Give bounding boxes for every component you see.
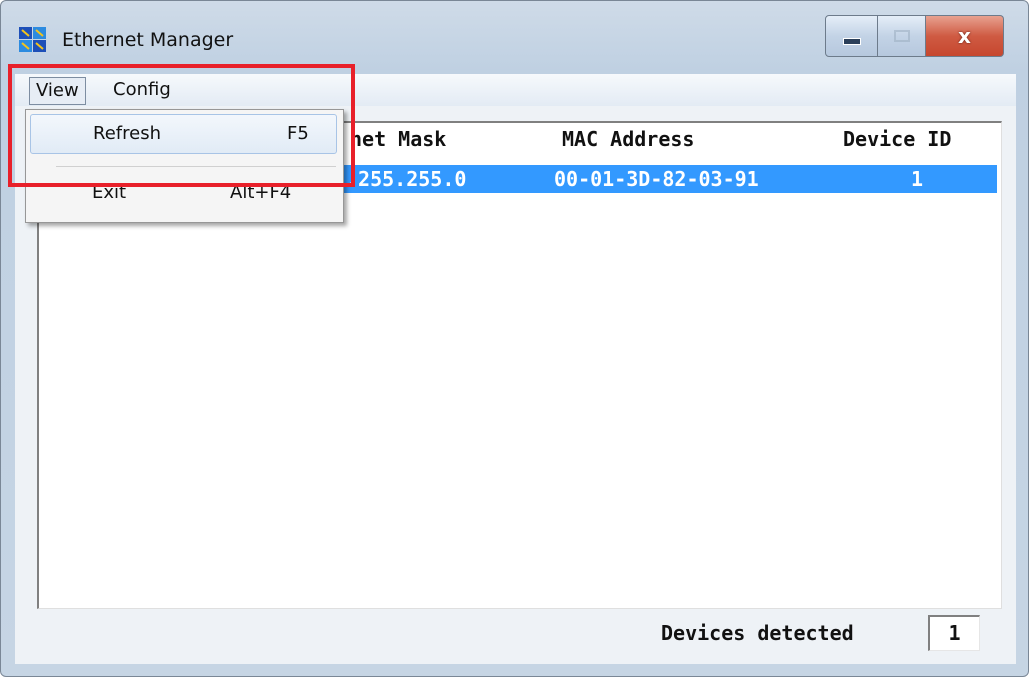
minimize-icon [842, 37, 861, 45]
column-header-mac-address[interactable]: MAC Address [562, 127, 694, 151]
close-button[interactable]: x [926, 15, 1004, 57]
column-header-subnet-mask[interactable]: net Mask [350, 127, 446, 151]
close-icon: x [958, 24, 971, 48]
cell-subnet-mask: .255.255.0 [346, 167, 467, 191]
minimize-button[interactable] [825, 15, 878, 57]
cell-device-id: 1 [911, 167, 924, 191]
column-header-device-id[interactable]: Device ID [843, 127, 951, 151]
cell-mac-address: 00-01-3D-82-03-91 [554, 167, 759, 191]
title-bar[interactable]: Ethernet Manager x [1, 1, 1028, 67]
maximize-button[interactable] [878, 15, 926, 57]
devices-detected-label: Devices detected [661, 621, 854, 645]
ethernet-manager-window: Ethernet Manager x View Config net Mask … [0, 0, 1029, 677]
devices-detected-count: 1 [928, 615, 980, 651]
annotation-highlight-box [8, 64, 355, 187]
maximize-icon [893, 30, 910, 42]
network-app-icon [19, 27, 46, 52]
window-title: Ethernet Manager [62, 29, 234, 51]
